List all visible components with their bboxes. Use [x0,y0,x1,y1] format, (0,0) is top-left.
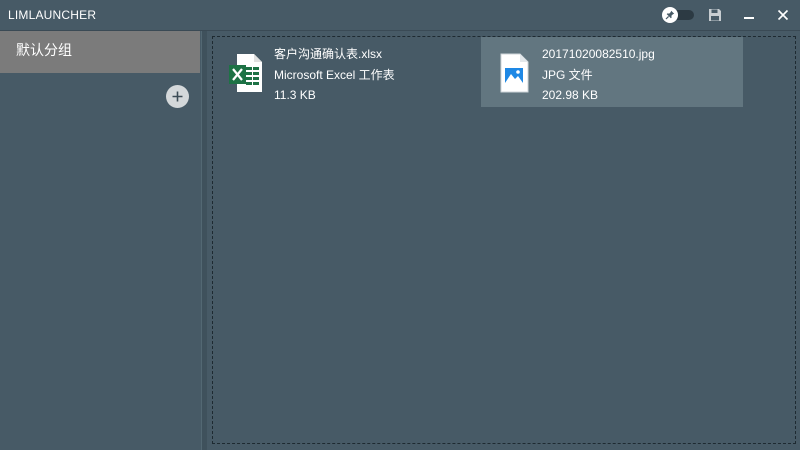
add-group-button[interactable] [166,85,189,108]
file-info: 20171020082510.jpg JPG 文件 202.98 KB [542,44,655,106]
file-type: JPG 文件 [542,67,593,82]
file-size: 202.98 KB [542,88,599,102]
close-icon [777,9,789,21]
save-button[interactable] [707,7,723,23]
app-window: LIMLAUNCHER 默认分组 客户沟通确认表.xlsx Microsoft … [0,0,800,450]
file-info: 客户沟通确认表.xlsx Microsoft Excel 工作表 11.3 KB [274,44,395,106]
file-type: Microsoft Excel 工作表 [274,67,395,82]
save-icon [708,8,722,22]
sidebar: 默认分组 [0,31,200,450]
file-item-selected[interactable]: 20171020082510.jpg JPG 文件 202.98 KB [481,37,743,107]
minimize-icon [743,9,755,21]
close-button[interactable] [775,7,791,23]
excel-file-icon [229,53,263,93]
file-area[interactable]: 客户沟通确认表.xlsx Microsoft Excel 工作表 11.3 KB… [212,36,796,444]
file-name: 客户沟通确认表.xlsx [274,47,383,61]
plus-icon [172,91,183,102]
file-item[interactable]: 客户沟通确认表.xlsx Microsoft Excel 工作表 11.3 KB [213,37,475,107]
sidebar-splitter[interactable] [201,31,207,450]
group-label: 默认分组 [16,42,72,58]
minimize-button[interactable] [741,7,757,23]
file-name: 20171020082510.jpg [542,47,655,61]
file-size: 11.3 KB [274,88,316,102]
pin-toggle[interactable] [662,7,694,23]
title-bar[interactable]: LIMLAUNCHER [0,0,800,31]
app-title: LIMLAUNCHER [8,8,97,22]
toggle-knob [662,7,678,23]
pin-icon [665,10,675,20]
group-item-default[interactable]: 默认分组 [0,31,200,73]
image-file-icon [497,53,531,93]
